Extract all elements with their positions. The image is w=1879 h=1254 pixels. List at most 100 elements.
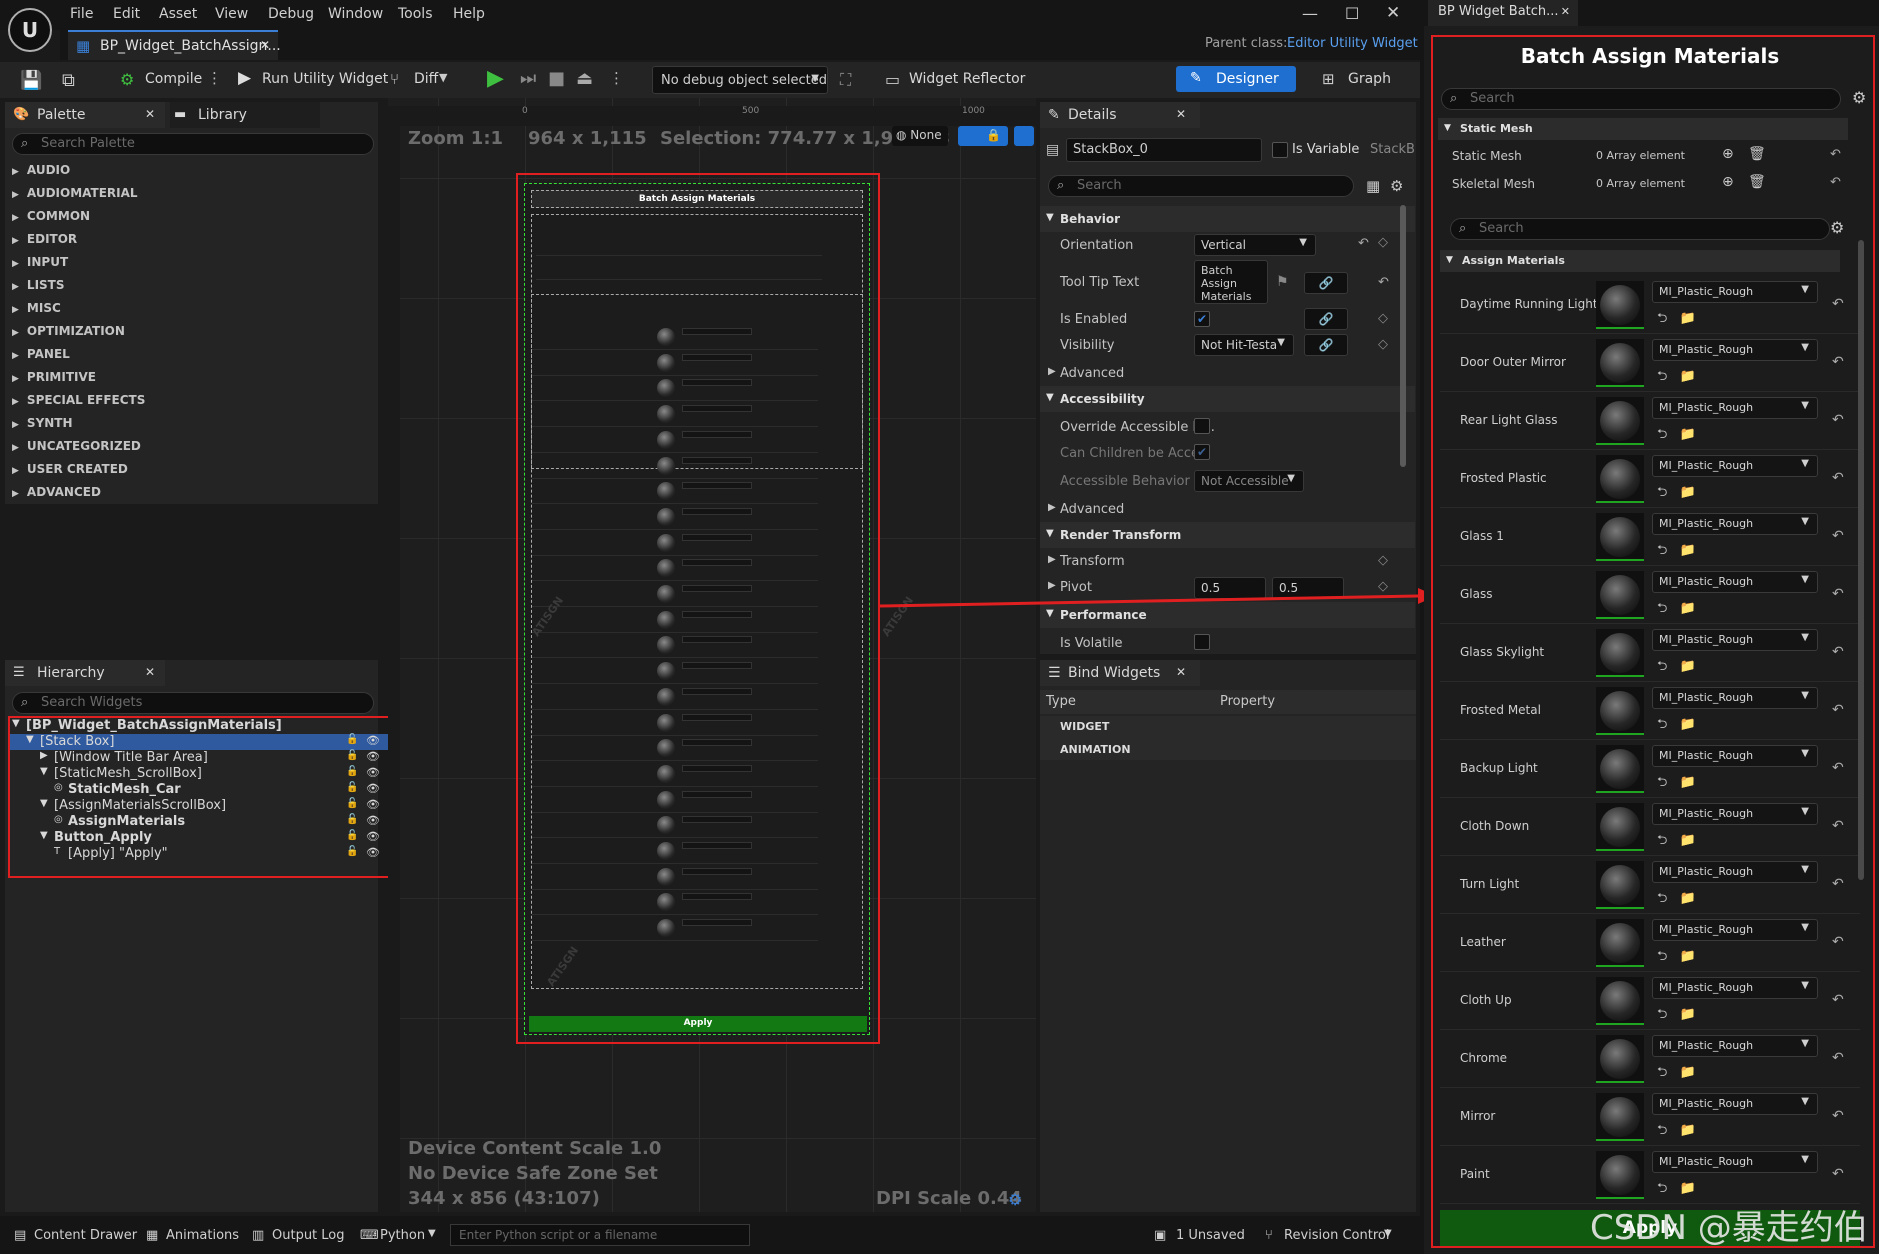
palette-category[interactable]: ▶ INPUT bbox=[12, 255, 68, 269]
section-accessibility[interactable]: ▼ Accessibility bbox=[1040, 386, 1415, 412]
save-icon[interactable]: 💾 bbox=[20, 70, 42, 91]
grid-view-icon[interactable]: ▦ bbox=[1366, 177, 1380, 195]
menu-window[interactable]: Window bbox=[328, 6, 383, 22]
palette-category[interactable]: ▶ SPECIAL EFFECTS bbox=[12, 393, 145, 407]
eject-icon[interactable]: ⏏ bbox=[576, 68, 593, 89]
minimize-icon[interactable]: — bbox=[1302, 4, 1318, 23]
settings-gear-icon[interactable]: ⚙ bbox=[1390, 177, 1403, 195]
reset-icon[interactable]: ↶ bbox=[1378, 275, 1389, 290]
utility-tab[interactable]: BP Widget Batch... ✕ bbox=[1428, 0, 1578, 26]
palette-category[interactable]: ▶ AUDIO bbox=[12, 163, 70, 177]
palette-category[interactable]: ▶ COMMON bbox=[12, 209, 90, 223]
debug-filter-icon[interactable]: ⛶ bbox=[840, 70, 851, 90]
is-variable-checkbox[interactable] bbox=[1272, 142, 1288, 158]
palette-category[interactable]: ▶ EDITOR bbox=[12, 232, 77, 246]
keyframe-diamond-icon[interactable]: ◇ bbox=[1378, 311, 1388, 326]
column-property[interactable]: Property bbox=[1220, 694, 1275, 709]
output-log-button[interactable]: Output Log bbox=[272, 1228, 345, 1243]
bind-category-widget[interactable]: WIDGET bbox=[1060, 720, 1109, 733]
palette-category[interactable]: ▶ OPTIMIZATION bbox=[12, 324, 125, 338]
menu-asset[interactable]: Asset bbox=[159, 6, 197, 22]
play-options-icon[interactable]: ⋮ bbox=[609, 69, 624, 87]
revision-control-button[interactable]: Revision Control bbox=[1284, 1228, 1389, 1243]
tab-bind-widgets[interactable]: ☰ Bind Widgets ✕ bbox=[1040, 660, 1200, 686]
bind-category-animation[interactable]: ANIMATION bbox=[1060, 743, 1131, 756]
advanced-accessibility-row[interactable]: ▶ Advanced bbox=[1040, 496, 1415, 522]
tab-palette[interactable]: 🎨 Palette ✕ bbox=[5, 102, 165, 128]
details-scrollbar[interactable] bbox=[1400, 205, 1406, 467]
menu-edit[interactable]: Edit bbox=[113, 6, 140, 22]
palette-category[interactable]: ▶ USER CREATED bbox=[12, 462, 128, 476]
hierarchy-search-input[interactable]: ⌕ Search Widgets bbox=[12, 692, 374, 714]
browse-icon[interactable]: ⧉ bbox=[62, 70, 75, 91]
close-window-icon[interactable]: ✕ bbox=[1386, 3, 1400, 23]
section-render-transform[interactable]: ▼ Render Transform bbox=[1040, 522, 1415, 548]
stop-icon[interactable]: ■ bbox=[548, 68, 565, 89]
is-enabled-binding-button[interactable]: 🔗 bbox=[1304, 308, 1348, 330]
menu-help[interactable]: Help bbox=[453, 6, 485, 22]
run-utility-widget-button[interactable]: Run Utility Widget bbox=[262, 71, 388, 87]
palette-category[interactable]: ▶ UNCATEGORIZED bbox=[12, 439, 141, 453]
menu-debug[interactable]: Debug bbox=[268, 6, 314, 22]
is-volatile-checkbox[interactable] bbox=[1194, 634, 1210, 650]
column-type[interactable]: Type bbox=[1046, 694, 1076, 709]
parent-class-link[interactable]: Editor Utility Widget bbox=[1287, 36, 1418, 51]
unsaved-button[interactable]: 1 Unsaved bbox=[1176, 1228, 1245, 1243]
diff-button[interactable]: Diff bbox=[414, 71, 438, 87]
debug-object-select[interactable]: No debug object selected ▼ bbox=[652, 66, 828, 94]
tab-close-icon[interactable]: ✕ bbox=[260, 38, 270, 52]
dpi-settings-gear-icon[interactable]: ⚙ bbox=[1008, 1190, 1022, 1209]
override-accessible-checkbox[interactable] bbox=[1194, 418, 1210, 434]
step-icon[interactable]: ⏭ bbox=[520, 68, 536, 89]
advanced-behavior-row[interactable]: ▶ Advanced bbox=[1040, 360, 1415, 386]
section-behavior[interactable]: ▼ Behavior bbox=[1040, 206, 1415, 232]
palette-search-input[interactable]: ⌕ Search Palette bbox=[12, 133, 374, 155]
orientation-select[interactable]: Vertical ▼ bbox=[1194, 234, 1316, 256]
flag-icon[interactable]: ⚑ bbox=[1276, 274, 1289, 290]
palette-category[interactable]: ▶ SYNTH bbox=[12, 416, 73, 430]
keyframe-diamond-icon[interactable]: ◇ bbox=[1378, 235, 1388, 250]
designer-mode-button[interactable]: ✎ Designer bbox=[1176, 66, 1296, 92]
palette-category[interactable]: ▶ ADVANCED bbox=[12, 485, 101, 499]
content-drawer-button[interactable]: Content Drawer bbox=[34, 1228, 137, 1243]
keyframe-diamond-icon[interactable]: ◇ bbox=[1378, 337, 1388, 352]
palette-category[interactable]: ▶ LISTS bbox=[12, 278, 65, 292]
menu-file[interactable]: File bbox=[70, 6, 93, 22]
graph-mode-button[interactable]: Graph bbox=[1348, 71, 1391, 87]
widget-name-field[interactable]: StackBox_0 bbox=[1066, 138, 1262, 162]
compile-options-icon[interactable]: ⋮ bbox=[207, 69, 222, 87]
menu-view[interactable]: View bbox=[215, 6, 248, 22]
python-command-input[interactable]: Enter Python script or a filename bbox=[450, 1224, 750, 1246]
palette-category[interactable]: ▶ PANEL bbox=[12, 347, 70, 361]
tab-library[interactable]: ▬ Library bbox=[170, 102, 320, 128]
python-mode-select[interactable]: Python bbox=[380, 1228, 425, 1243]
unreal-logo-icon[interactable]: U bbox=[8, 8, 52, 52]
details-close-icon[interactable]: ✕ bbox=[1176, 107, 1186, 121]
is-enabled-checkbox[interactable]: ✔ bbox=[1194, 311, 1210, 327]
visibility-binding-button[interactable]: 🔗 bbox=[1304, 334, 1348, 356]
palette-category[interactable]: ▶ MISC bbox=[12, 301, 61, 315]
palette-close-icon[interactable]: ✕ bbox=[145, 107, 155, 121]
palette-category[interactable]: ▶ AUDIOMATERIAL bbox=[12, 186, 138, 200]
tab-close-icon[interactable]: ✕ bbox=[1561, 5, 1570, 18]
bind-widgets-close-icon[interactable]: ✕ bbox=[1176, 665, 1186, 679]
animations-button[interactable]: Animations bbox=[166, 1228, 239, 1243]
menu-tools[interactable]: Tools bbox=[398, 6, 433, 22]
visibility-select[interactable]: Not Hit-Testa ▼ bbox=[1194, 334, 1294, 356]
details-search-input[interactable]: ⌕ Search bbox=[1048, 175, 1354, 197]
hierarchy-close-icon[interactable]: ✕ bbox=[145, 665, 155, 679]
tab-details[interactable]: ✎ Details ✕ bbox=[1040, 102, 1200, 128]
widget-reflector-button[interactable]: Widget Reflector bbox=[909, 71, 1025, 87]
lock-toggle[interactable]: 🔒 bbox=[958, 126, 1008, 146]
compile-button[interactable]: Compile bbox=[145, 71, 202, 87]
localization-preview-select[interactable]: ◍ None bbox=[892, 126, 948, 146]
tooltip-binding-button[interactable]: 🔗 bbox=[1304, 272, 1348, 294]
maximize-icon[interactable]: ☐ bbox=[1345, 4, 1359, 23]
keyframe-diamond-icon[interactable]: ◇ bbox=[1378, 553, 1388, 568]
reset-icon[interactable]: ↶ bbox=[1358, 236, 1369, 251]
palette-category[interactable]: ▶ PRIMITIVE bbox=[12, 370, 96, 384]
tab-hierarchy[interactable]: ☰ Hierarchy ✕ bbox=[5, 660, 165, 686]
layout-toggle[interactable] bbox=[1014, 126, 1034, 146]
document-tab[interactable]: ▦ BP_Widget_BatchAssign... ✕ bbox=[68, 30, 281, 60]
tooltip-text-field[interactable]: Batch Assign Materials bbox=[1194, 260, 1268, 304]
